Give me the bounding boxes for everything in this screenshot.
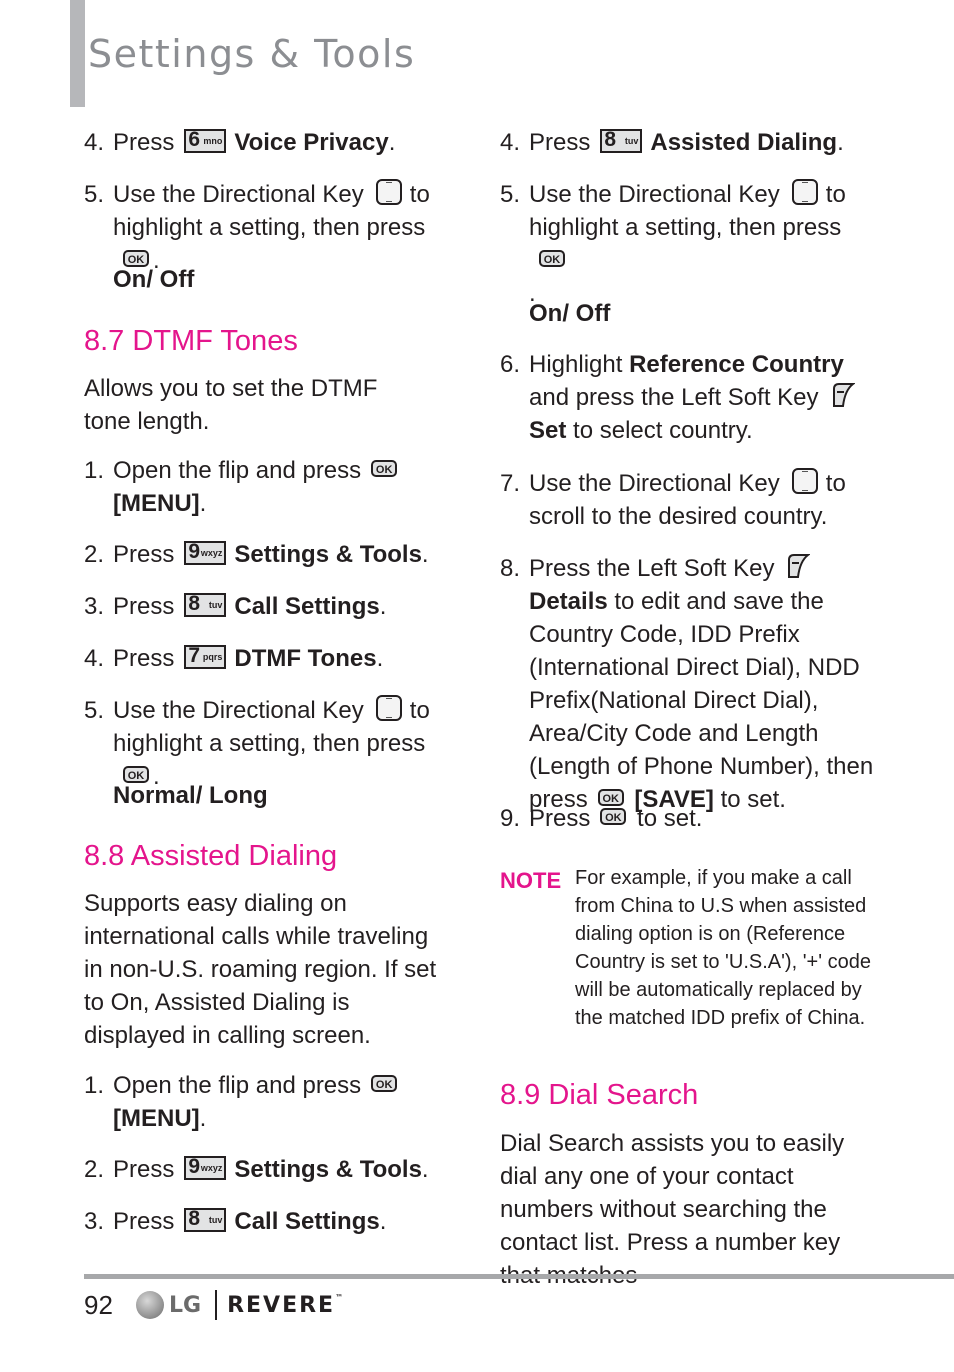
assisted-step-8: 8. Press the Left Soft KeyDetails to edi…: [500, 552, 875, 816]
key-8-icon: 8 tuv: [600, 128, 643, 153]
dtmf-step-3: 3. Press 8 tuv Call Settings.: [84, 591, 387, 620]
left-soft-key-icon: [788, 553, 811, 578]
dial-search-description: Dial Search assists you to easily dial a…: [500, 1130, 845, 1289]
options-on-off: On/ Off: [529, 300, 611, 327]
dtmf-description: Allows you to set the DTMF tone length.: [84, 375, 378, 435]
key-6-icon: 6 mno: [184, 128, 227, 153]
directional-key-icon: [791, 467, 818, 494]
assisted-step-3: 3. Press 8 tuv Call Settings.: [84, 1206, 387, 1235]
directional-key-icon: [791, 178, 818, 205]
note-text: For example, if you make a call from Chi…: [575, 867, 871, 1029]
page-number: 92: [84, 1290, 113, 1320]
ok-key-icon: OK: [539, 250, 565, 268]
key-7-icon: 7 pqrs: [184, 644, 227, 669]
left-soft-key-icon: [832, 382, 855, 407]
section-heading-dtmf: 8.7 DTMF Tones: [84, 325, 298, 357]
assisted-step-9: 9. Press OK to set.: [500, 805, 703, 832]
ok-key-icon: OK: [371, 460, 398, 478]
key-8-icon: 8 tuv: [184, 592, 227, 617]
lg-logo-icon: [136, 1291, 164, 1319]
dtmf-step-2: 2. Press 9 wxyz Settings & Tools.: [84, 539, 429, 568]
section-heading-dial-search: 8.9 Dial Search: [500, 1079, 699, 1111]
dtmf-step-4: 4. Press 7 pqrs DTMF Tones.: [84, 643, 384, 672]
note-label: NOTE: [500, 868, 562, 893]
key-9-icon: 9 wxyz: [184, 1155, 227, 1180]
page-title: Settings & Tools: [88, 32, 416, 76]
assisted-step-7: 7. Use the Directional Key to scroll to th…: [500, 467, 880, 533]
key-8-icon: 8 tuv: [184, 1207, 227, 1232]
logo-divider: [215, 1290, 218, 1320]
brand-logo: LG REVERE™: [136, 1290, 345, 1320]
assisted-step-6: 6. Highlight Reference Country and press …: [500, 348, 880, 447]
section-heading-assisted-dialing: 8.8 Assisted Dialing: [84, 840, 338, 872]
footer-divider: [84, 1274, 954, 1279]
options-normal-long: Normal/ Long: [113, 782, 268, 809]
directional-key-icon: [375, 694, 402, 721]
assisted-step-5: 5. Use the Directional Key to highlight a …: [500, 178, 880, 310]
assisted-step-4: 4. Press 8 tuv Assisted Dialing.: [500, 127, 844, 156]
key-9-icon: 9 wxyz: [184, 540, 227, 565]
step-voice-privacy: 4. Press 6 mno Voice Privacy.: [84, 127, 396, 156]
lg-wordmark: LG: [169, 1292, 202, 1318]
ok-key-icon: OK: [371, 1075, 398, 1093]
ok-key-icon: OK: [600, 808, 627, 826]
header-side-bar: [70, 0, 85, 107]
assisted-step-2: 2. Press 9 wxyz Settings & Tools.: [84, 1154, 429, 1183]
product-name: REVERE™: [227, 1292, 346, 1318]
options-on-off: On/ Off: [113, 266, 195, 293]
assisted-description: Supports easy dialing on international c…: [84, 890, 437, 1049]
assisted-step-1: 1. Open the flip and press OK [MENU].: [84, 1069, 454, 1135]
menu-voice-privacy: Voice Privacy: [234, 129, 389, 156]
dtmf-step-1: 1. Open the flip and press OK [MENU].: [84, 454, 454, 520]
directional-key-icon: [375, 178, 402, 205]
